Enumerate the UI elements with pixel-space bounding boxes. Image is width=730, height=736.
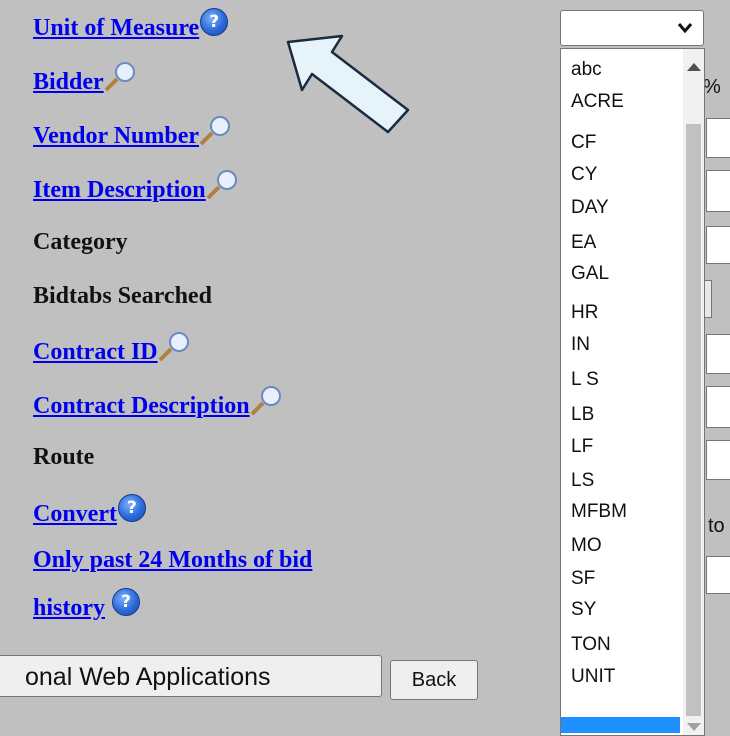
vendor-number-input[interactable] — [706, 118, 730, 158]
magnifier-icon[interactable] — [248, 384, 284, 427]
only-past-24-months-line2[interactable]: history — [33, 595, 105, 621]
option-ls[interactable]: LS — [571, 470, 594, 492]
category-label: Category — [33, 229, 128, 255]
help-icon[interactable]: ? — [200, 8, 229, 36]
option-sy[interactable]: SY — [571, 599, 596, 621]
unit-of-measure-link[interactable]: Unit of Measure — [33, 15, 199, 41]
scroll-down-arrow-icon[interactable] — [687, 723, 701, 731]
magnifier-icon[interactable] — [102, 60, 138, 103]
route-label: Route — [33, 444, 95, 470]
item-description-row: Item Description — [33, 170, 240, 211]
option-ton[interactable]: TON — [571, 634, 611, 656]
option-day[interactable]: DAY — [571, 197, 609, 219]
scroll-up-arrow-icon[interactable] — [687, 63, 701, 71]
option-blank-highlighted[interactable] — [561, 717, 680, 733]
chevron-down-icon — [677, 23, 693, 34]
option-sf[interactable]: SF — [571, 568, 595, 590]
bidder-row: Bidder — [33, 62, 138, 103]
back-button[interactable]: Back — [390, 660, 478, 700]
magnifier-icon[interactable] — [204, 168, 240, 211]
option-in[interactable]: IN — [571, 334, 590, 356]
bidtabs-searched-label: Bidtabs Searched — [33, 283, 212, 309]
unit-of-measure-row: Unit of Measure? — [33, 8, 229, 42]
convert-row: Convert? — [33, 494, 146, 528]
only-past-24-months-row2: history ? — [33, 588, 140, 622]
option-mfbm[interactable]: MFBM — [571, 501, 627, 523]
unit-of-measure-options[interactable]: abc ACRE CF CY DAY EA GAL HR IN L S LB L… — [560, 48, 705, 736]
unit-of-measure-select[interactable] — [560, 10, 704, 46]
contract-description-link[interactable]: Contract Description — [33, 393, 250, 419]
category-input[interactable] — [706, 226, 730, 264]
contract-description-row: Contract Description — [33, 386, 284, 427]
option-l-s[interactable]: L S — [571, 369, 599, 391]
option-ea[interactable]: EA — [571, 232, 596, 254]
scrollbar-thumb[interactable] — [686, 124, 701, 716]
contract-description-input[interactable] — [706, 386, 730, 428]
web-applications-button[interactable]: onal Web Applications — [0, 655, 382, 697]
item-description-link[interactable]: Item Description — [33, 177, 206, 203]
option-unit[interactable]: UNIT — [571, 666, 615, 688]
vendor-number-row: Vendor Number — [33, 116, 233, 157]
convert-link[interactable]: Convert — [33, 501, 117, 527]
callout-arrow — [286, 34, 410, 134]
option-hr[interactable]: HR — [571, 302, 598, 324]
only-past-24-months-link[interactable]: Only past 24 Months of bid — [33, 546, 312, 574]
option-acre[interactable]: ACRE — [571, 91, 624, 113]
contract-id-input[interactable] — [706, 334, 730, 374]
option-lb[interactable]: LB — [571, 404, 594, 426]
bidder-link[interactable]: Bidder — [33, 69, 104, 95]
magnifier-icon[interactable] — [156, 330, 192, 373]
magnifier-icon[interactable] — [197, 114, 233, 157]
date-input[interactable] — [706, 556, 730, 594]
option-abc[interactable]: abc — [571, 59, 602, 81]
help-icon[interactable]: ? — [112, 588, 140, 616]
vendor-number-link[interactable]: Vendor Number — [33, 123, 199, 149]
bidtabs-box[interactable] — [704, 280, 712, 318]
percent-fragment: % — [703, 76, 721, 98]
option-mo[interactable]: MO — [571, 535, 602, 557]
to-fragment: to — [708, 515, 725, 537]
only-past-24-months-line1[interactable]: Only past 24 Months of bid — [33, 547, 312, 573]
route-input[interactable] — [706, 440, 730, 480]
option-gal[interactable]: GAL — [571, 263, 609, 285]
help-icon[interactable]: ? — [117, 494, 146, 522]
option-cy[interactable]: CY — [571, 164, 597, 186]
contract-id-row: Contract ID — [33, 332, 192, 373]
contract-id-link[interactable]: Contract ID — [33, 339, 158, 365]
option-lf[interactable]: LF — [571, 436, 593, 458]
option-cf[interactable]: CF — [571, 132, 596, 154]
item-description-input[interactable] — [706, 170, 730, 212]
